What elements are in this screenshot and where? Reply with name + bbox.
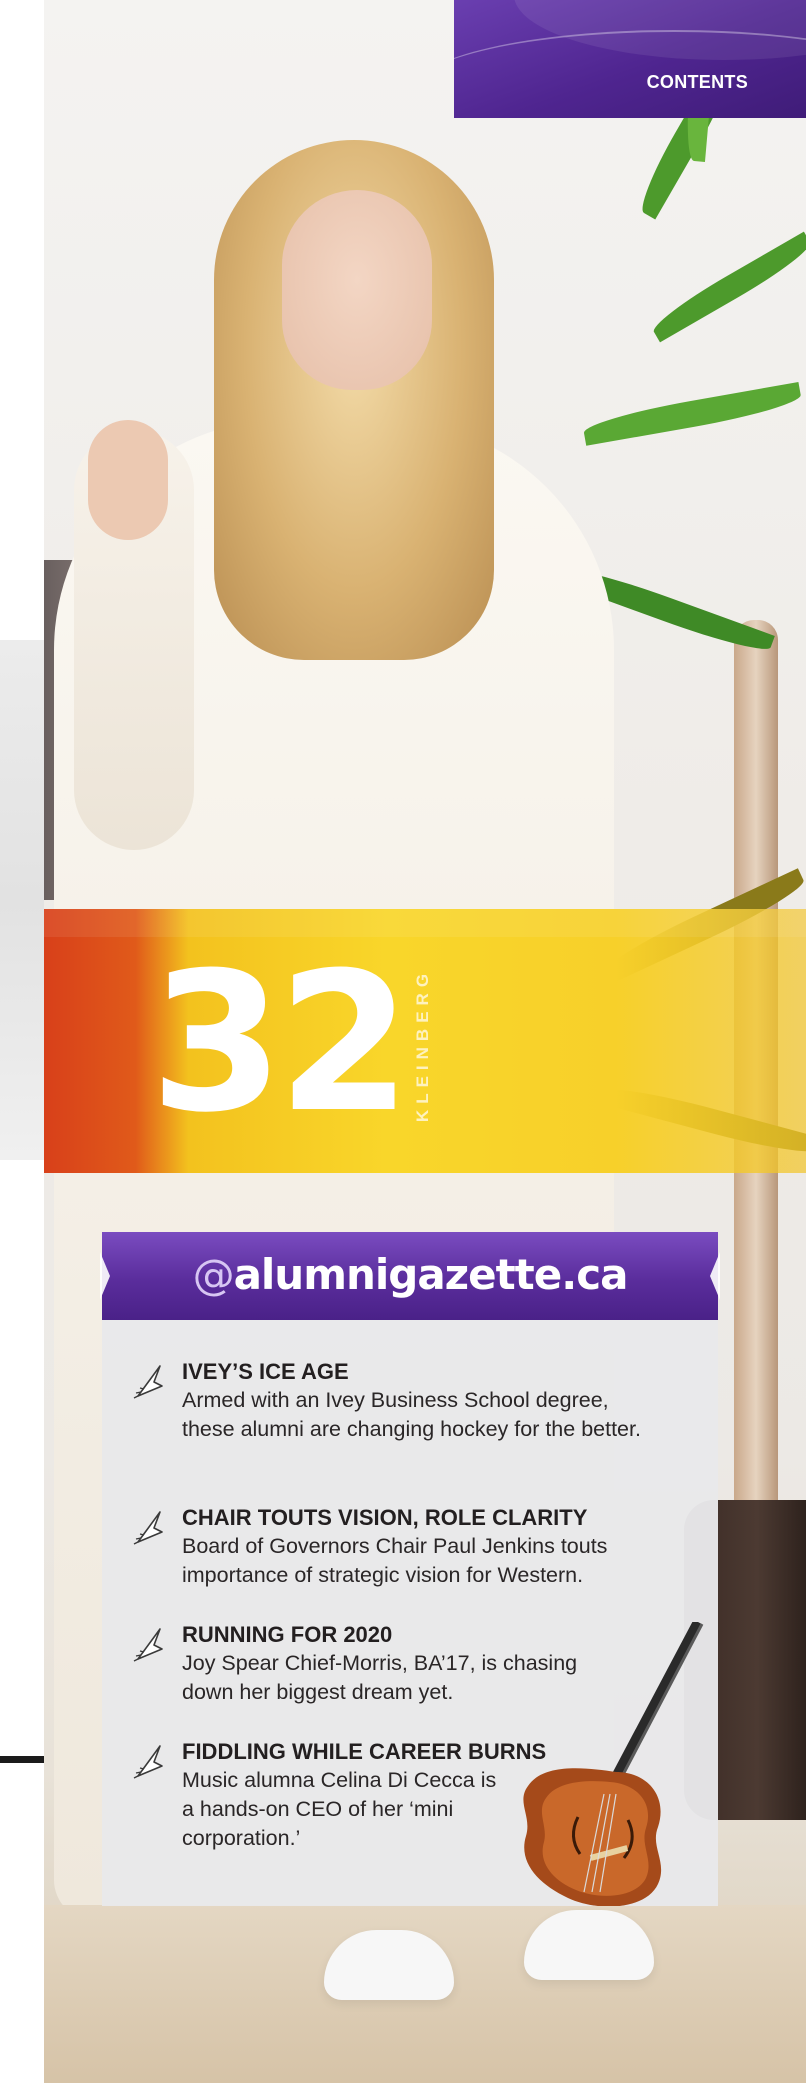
contents-link[interactable]: CONTENTS (647, 72, 748, 93)
cursor-icon (133, 1745, 163, 1779)
story-blurb: Music alumna Celina Di Cecca is a hands-… (182, 1768, 497, 1850)
story-item[interactable]: IVEY’S ICE AGE Armed with an Ivey Busine… (132, 1358, 652, 1478)
subject-name: KLEINBERG (413, 967, 432, 1123)
cursor-icon (133, 1511, 163, 1545)
photo-hand (88, 420, 168, 540)
gazette-panel: @alumnigazette.ca IVEY’S ICE AGE Armed w… (100, 1232, 720, 1906)
page-number[interactable]: 32 (150, 944, 411, 1144)
story-headline[interactable]: RUNNING FOR 2020 (182, 1621, 392, 1649)
url-at-sign: @ (192, 1250, 235, 1299)
photo-face (282, 190, 432, 390)
tab-swoosh-line (454, 30, 806, 118)
story-blurb: Board of Governors Chair Paul Jenkins to… (182, 1534, 608, 1587)
story-blurb: Armed with an Ivey Business School degre… (182, 1388, 641, 1441)
gazette-header[interactable]: @alumnigazette.ca (100, 1232, 720, 1320)
url-domain: alumnigazette.ca (233, 1250, 629, 1299)
violin-icon (523, 1622, 704, 1906)
story-headline[interactable]: IVEY’S ICE AGE (182, 1358, 349, 1386)
palm-leaf (648, 231, 806, 343)
palm-leaf (581, 381, 803, 446)
contents-tab: CONTENTS (454, 0, 806, 118)
story-headline[interactable]: CHAIR TOUTS VISION, ROLE CLARITY (182, 1504, 587, 1532)
story-item[interactable]: CHAIR TOUTS VISION, ROLE CLARITY Board o… (132, 1504, 652, 1594)
cursor-icon (133, 1628, 163, 1662)
margin-rule (0, 1756, 44, 1763)
cursor-icon (133, 1365, 163, 1399)
story-headline[interactable]: FIDDLING WHILE CAREER BURNS (182, 1738, 546, 1766)
gazette-url[interactable]: @alumnigazette.ca (102, 1250, 718, 1299)
left-margin (0, 0, 44, 2083)
margin-grey-band (0, 640, 44, 1160)
